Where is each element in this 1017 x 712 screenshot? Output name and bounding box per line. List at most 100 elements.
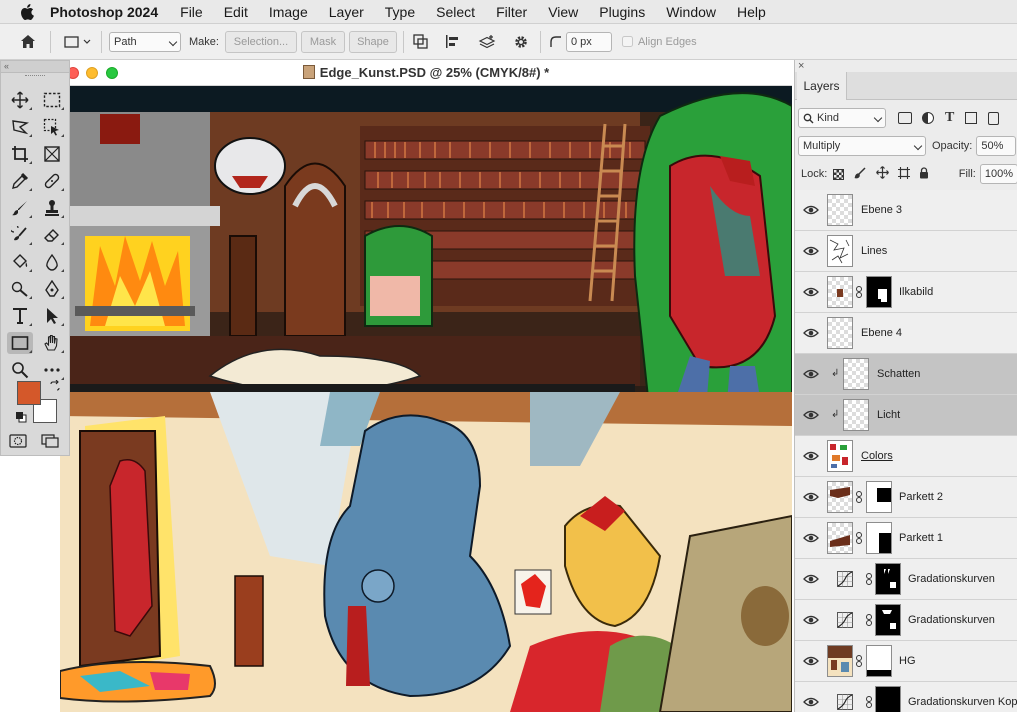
filter-pixel-icon[interactable]: [898, 112, 912, 124]
layer-mask-thumbnail[interactable]: [875, 604, 901, 636]
layer-mask-thumbnail[interactable]: [875, 686, 901, 712]
rectangle-tool-preset-icon[interactable]: [63, 35, 93, 49]
healing-brush-tool-icon[interactable]: [39, 170, 65, 192]
layer-row[interactable]: Parkett 2: [795, 477, 1017, 518]
gear-icon[interactable]: [512, 34, 530, 50]
layer-row[interactable]: ↲ Schatten: [795, 354, 1017, 395]
paint-bucket-tool-icon[interactable]: [7, 251, 33, 273]
crop-tool-icon[interactable]: [7, 143, 33, 165]
visibility-eye-icon[interactable]: [803, 532, 819, 544]
dodge-tool-icon[interactable]: [7, 278, 33, 300]
menu-file[interactable]: File: [180, 4, 203, 20]
corner-radius-input[interactable]: 0 px: [565, 31, 612, 52]
layer-row[interactable]: Ilkabild: [795, 272, 1017, 313]
visibility-eye-icon[interactable]: [803, 245, 819, 257]
visibility-eye-icon[interactable]: [803, 409, 819, 421]
make-selection-button[interactable]: Selection...: [224, 30, 297, 53]
layer-row[interactable]: Gradationskurven Kopie: [795, 682, 1017, 712]
path-selection-tool-icon[interactable]: [39, 305, 65, 327]
menu-plugins[interactable]: Plugins: [599, 4, 645, 20]
menu-edit[interactable]: Edit: [224, 4, 248, 20]
tools-panel-grip[interactable]: «: [1, 61, 69, 73]
layer-row[interactable]: Gradationskurven: [795, 559, 1017, 600]
artwork-canvas[interactable]: [60, 86, 792, 712]
apple-icon[interactable]: [18, 3, 36, 20]
path-alignment-icon[interactable]: [444, 34, 462, 49]
quick-mask-icon[interactable]: [9, 434, 27, 448]
pen-tool-icon[interactable]: [39, 278, 65, 300]
layer-mask-thumbnail[interactable]: [866, 645, 892, 677]
link-chain-icon[interactable]: [865, 573, 873, 585]
layer-row[interactable]: Gradationskurven: [795, 600, 1017, 641]
layer-row[interactable]: Parkett 1: [795, 518, 1017, 559]
menu-layer[interactable]: Layer: [329, 4, 364, 20]
visibility-eye-icon[interactable]: [803, 327, 819, 339]
frame-tool-icon[interactable]: [39, 143, 65, 165]
opacity-input[interactable]: 50%: [976, 136, 1017, 156]
visibility-eye-icon[interactable]: [803, 614, 819, 626]
visibility-eye-icon[interactable]: [803, 450, 819, 462]
path-arrangement-icon[interactable]: [476, 34, 498, 49]
menu-window[interactable]: Window: [666, 4, 716, 20]
screen-mode-icon[interactable]: [41, 434, 59, 448]
move-tool-icon[interactable]: [7, 89, 33, 111]
layer-row[interactable]: Colors: [795, 436, 1017, 477]
rectangle-tool-icon[interactable]: [7, 332, 33, 354]
more-tools-icon[interactable]: [39, 359, 65, 381]
link-chain-icon[interactable]: [855, 655, 863, 667]
brush-tool-icon[interactable]: [7, 197, 33, 219]
lock-artboard-icon[interactable]: [897, 166, 910, 182]
tab-layers[interactable]: Layers: [797, 72, 847, 100]
path-operations-icon[interactable]: [412, 34, 430, 49]
align-edges-checkbox[interactable]: [622, 36, 634, 47]
app-name-menu[interactable]: Photoshop 2024: [50, 4, 158, 20]
tool-mode-select[interactable]: Path: [109, 31, 181, 52]
layer-mask-thumbnail[interactable]: [866, 481, 892, 513]
make-mask-button[interactable]: Mask: [300, 30, 345, 53]
visibility-eye-icon[interactable]: [803, 573, 819, 585]
layer-mask-thumbnail[interactable]: [875, 563, 901, 595]
filter-smart-object-icon[interactable]: [988, 111, 1000, 125]
clone-stamp-tool-icon[interactable]: [39, 197, 65, 219]
eyedropper-tool-icon[interactable]: [7, 170, 33, 192]
layer-row[interactable]: HG: [795, 641, 1017, 682]
layer-row[interactable]: Ebene 4: [795, 313, 1017, 354]
menu-view[interactable]: View: [548, 4, 578, 20]
close-panel-icon[interactable]: ×: [798, 60, 804, 72]
layer-filter-kind-select[interactable]: Kind: [798, 108, 886, 128]
swap-colors-icon[interactable]: [49, 379, 61, 392]
menu-type[interactable]: Type: [385, 4, 415, 20]
filter-adjustment-icon[interactable]: [922, 112, 934, 124]
foreground-color-swatch[interactable]: [17, 381, 41, 405]
hand-tool-icon[interactable]: [39, 332, 65, 354]
marquee-tool-icon[interactable]: [39, 89, 65, 111]
lock-position-icon[interactable]: [875, 166, 889, 182]
visibility-eye-icon[interactable]: [803, 696, 819, 708]
layer-mask-thumbnail[interactable]: [866, 522, 892, 554]
lock-transparent-pixels-icon[interactable]: [833, 168, 844, 180]
zoom-tool-icon[interactable]: [7, 359, 33, 381]
visibility-eye-icon[interactable]: [803, 655, 819, 667]
default-colors-icon[interactable]: [15, 411, 27, 423]
menu-image[interactable]: Image: [269, 4, 308, 20]
lock-all-icon[interactable]: [919, 166, 929, 182]
menu-help[interactable]: Help: [737, 4, 766, 20]
blend-mode-select[interactable]: Multiply: [798, 136, 926, 156]
visibility-eye-icon[interactable]: [803, 286, 819, 298]
link-chain-icon[interactable]: [865, 696, 873, 708]
visibility-eye-icon[interactable]: [803, 491, 819, 503]
blur-tool-icon[interactable]: [39, 251, 65, 273]
link-chain-icon[interactable]: [855, 532, 863, 544]
lasso-tool-icon[interactable]: [7, 116, 33, 138]
home-icon[interactable]: [18, 34, 38, 49]
visibility-eye-icon[interactable]: [803, 204, 819, 216]
filter-type-icon[interactable]: T: [945, 110, 954, 126]
make-shape-button[interactable]: Shape: [348, 30, 397, 53]
lock-image-pixels-icon[interactable]: [854, 166, 866, 182]
history-brush-tool-icon[interactable]: [7, 224, 33, 246]
layer-row[interactable]: ↲ Licht: [795, 395, 1017, 436]
eraser-tool-icon[interactable]: [39, 224, 65, 246]
fill-input[interactable]: 100%: [979, 164, 1017, 184]
link-chain-icon[interactable]: [855, 286, 863, 298]
link-chain-icon[interactable]: [865, 614, 873, 626]
